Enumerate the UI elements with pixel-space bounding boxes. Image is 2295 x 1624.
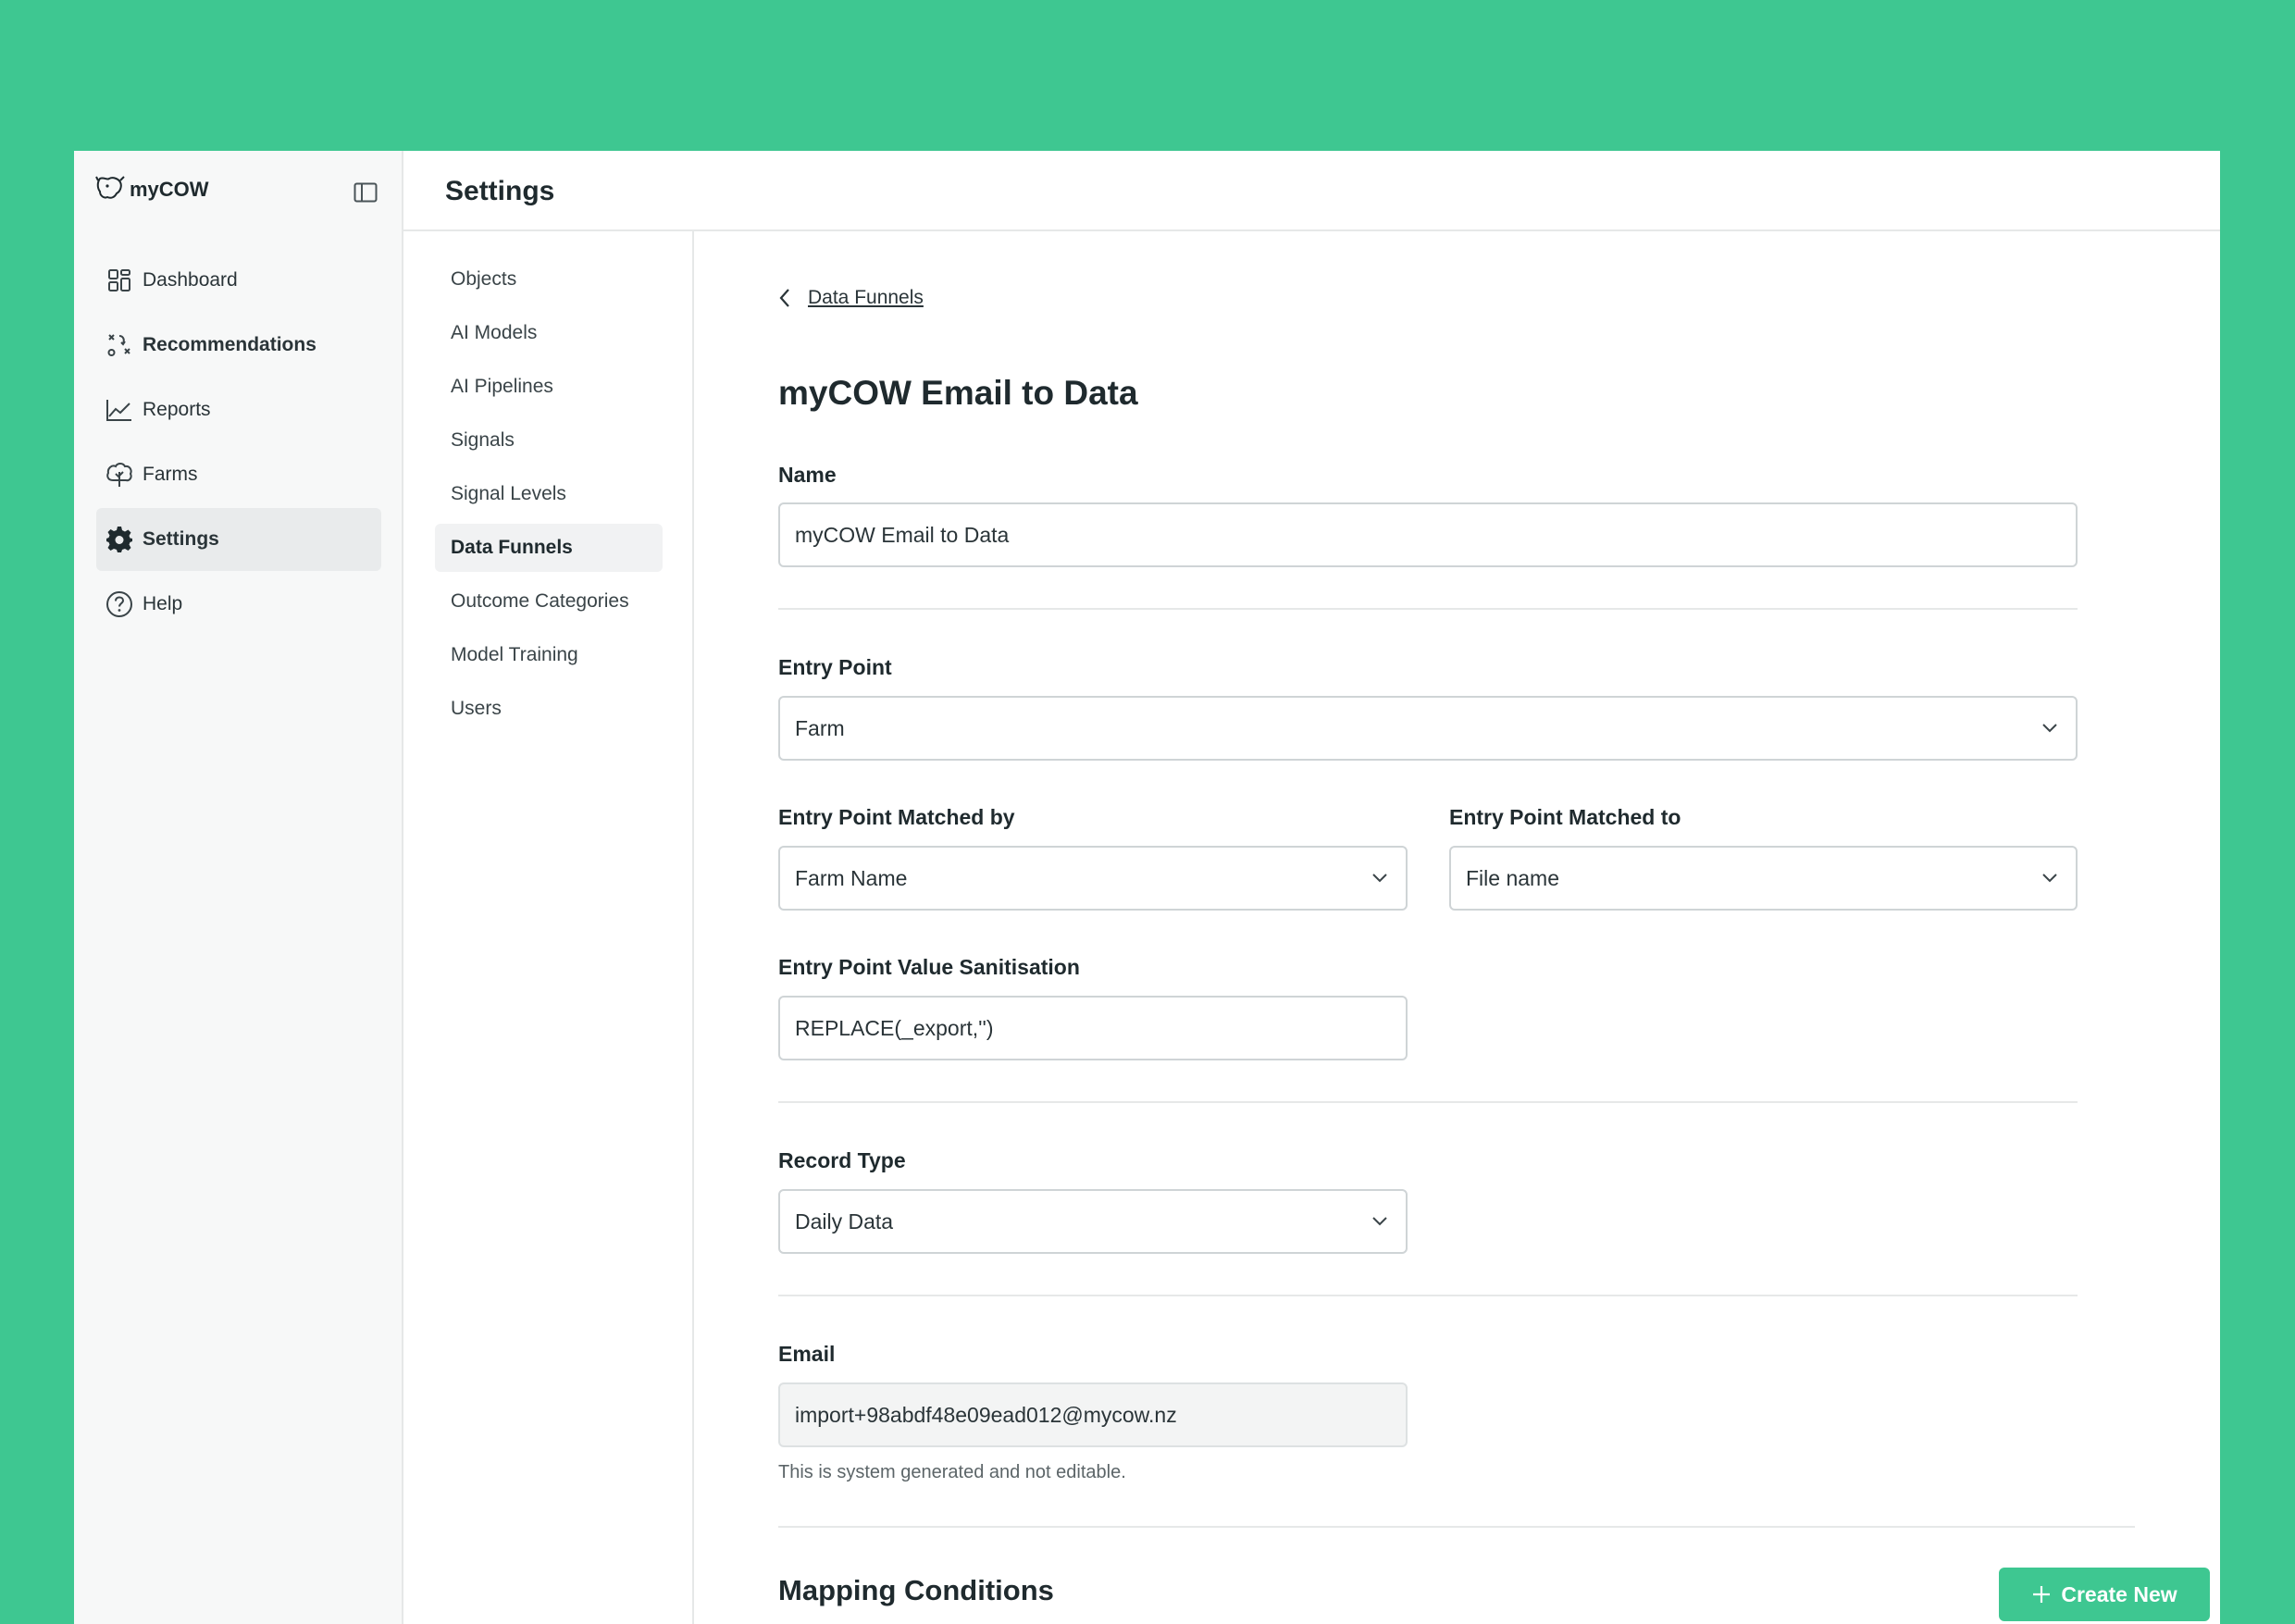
matched-to-value: File name	[1466, 865, 1559, 890]
chevron-down-icon	[1372, 874, 1387, 883]
divider	[778, 1295, 2078, 1296]
record-type-value: Daily Data	[795, 1209, 894, 1233]
subnav-item-users[interactable]: Users	[435, 685, 663, 733]
app-window: myCOW Dashboard Recommendations Reports …	[74, 151, 2220, 1624]
subnav-item-signal-levels[interactable]: Signal Levels	[435, 470, 663, 518]
matched-to-select[interactable]: File name	[1449, 846, 2078, 911]
sanitisation-label: Entry Point Value Sanitisation	[778, 955, 1080, 979]
sidebar-item-settings[interactable]: Settings	[96, 508, 381, 571]
entry-point-select[interactable]: Farm	[778, 696, 2078, 761]
sidebar-item-label: Help	[143, 593, 183, 614]
email-label: Email	[778, 1342, 836, 1366]
create-new-button[interactable]: Create New	[1999, 1568, 2210, 1621]
main-nav: Dashboard Recommendations Reports Farms	[96, 249, 381, 638]
help-circle-icon	[105, 590, 133, 618]
page-title: Settings	[445, 176, 555, 206]
entry-point-value: Farm	[795, 715, 845, 740]
divider	[778, 1101, 2078, 1103]
cow-logo-icon	[95, 176, 125, 199]
sidebar-toggle-icon	[354, 182, 378, 203]
divider	[778, 608, 2078, 610]
sidebar-item-label: Farms	[143, 464, 198, 485]
name-input[interactable]: myCOW Email to Data	[778, 502, 2078, 567]
grid-icon	[105, 267, 133, 294]
sidebar-item-reports[interactable]: Reports	[96, 378, 381, 441]
matched-by-select[interactable]: Farm Name	[778, 846, 1408, 911]
chevron-down-icon	[2042, 724, 2057, 733]
tactics-icon	[105, 331, 133, 359]
sanitisation-input[interactable]: REPLACE(_export,'')	[778, 996, 1408, 1060]
chevron-left-icon	[779, 289, 789, 307]
sidebar-item-recommendations[interactable]: Recommendations	[96, 314, 381, 377]
mapping-conditions-title: Mapping Conditions	[778, 1574, 1054, 1606]
entry-point-label: Entry Point	[778, 655, 892, 679]
subnav-item-objects[interactable]: Objects	[435, 255, 663, 304]
tree-icon	[105, 461, 133, 489]
divider	[778, 1526, 2135, 1528]
sidebar-collapse-button[interactable]	[354, 182, 378, 203]
sidebar-item-label: Recommendations	[143, 334, 316, 355]
sidebar-item-help[interactable]: Help	[96, 573, 381, 636]
subnav-item-ai-models[interactable]: AI Models	[435, 309, 663, 357]
line-chart-icon	[105, 396, 133, 424]
breadcrumb-back-link[interactable]: Data Funnels	[778, 287, 924, 309]
name-label: Name	[778, 463, 837, 487]
gear-icon	[105, 526, 133, 553]
sidebar-item-farms[interactable]: Farms	[96, 443, 381, 506]
sanitisation-value: REPLACE(_export,'')	[795, 1015, 994, 1040]
subnav-item-signals[interactable]: Signals	[435, 416, 663, 465]
sidebar-item-label: Dashboard	[143, 269, 238, 291]
record-type-select[interactable]: Daily Data	[778, 1189, 1408, 1254]
breadcrumb-label: Data Funnels	[808, 287, 924, 308]
matched-by-value: Farm Name	[795, 865, 908, 890]
chevron-down-icon	[1372, 1217, 1387, 1226]
sidebar-item-label: Reports	[143, 399, 211, 420]
email-readonly-field: import+98abdf48e09ead012@mycow.nz	[778, 1382, 1408, 1447]
form-title: myCOW Email to Data	[778, 374, 1138, 412]
name-input-value: myCOW Email to Data	[795, 522, 1010, 547]
email-helper-text: This is system generated and not editabl…	[778, 1462, 1126, 1482]
sidebar: myCOW Dashboard Recommendations Reports …	[74, 151, 403, 1624]
chevron-down-icon	[2042, 874, 2057, 883]
logo-text: myCOW	[130, 178, 209, 201]
sidebar-item-dashboard[interactable]: Dashboard	[96, 249, 381, 312]
logo[interactable]: myCOW	[94, 175, 209, 205]
record-type-label: Record Type	[778, 1148, 906, 1172]
subnav-item-model-training[interactable]: Model Training	[435, 631, 663, 679]
settings-subnav: Objects AI Models AI Pipelines Signals S…	[403, 231, 694, 1624]
main-content: Data Funnels myCOW Email to Data Name my…	[694, 231, 2220, 1624]
subnav-item-ai-pipelines[interactable]: AI Pipelines	[435, 363, 663, 411]
sidebar-item-label: Settings	[143, 528, 219, 550]
create-new-label: Create New	[2061, 1581, 2177, 1606]
email-value: import+98abdf48e09ead012@mycow.nz	[795, 1402, 1177, 1427]
matched-by-label: Entry Point Matched by	[778, 805, 1015, 829]
subnav-item-data-funnels[interactable]: Data Funnels	[435, 524, 663, 572]
subnav-item-outcome-categories[interactable]: Outcome Categories	[435, 577, 663, 626]
page-header: Settings	[403, 151, 2220, 231]
plus-icon	[2033, 1586, 2051, 1603]
matched-to-label: Entry Point Matched to	[1449, 805, 1681, 829]
